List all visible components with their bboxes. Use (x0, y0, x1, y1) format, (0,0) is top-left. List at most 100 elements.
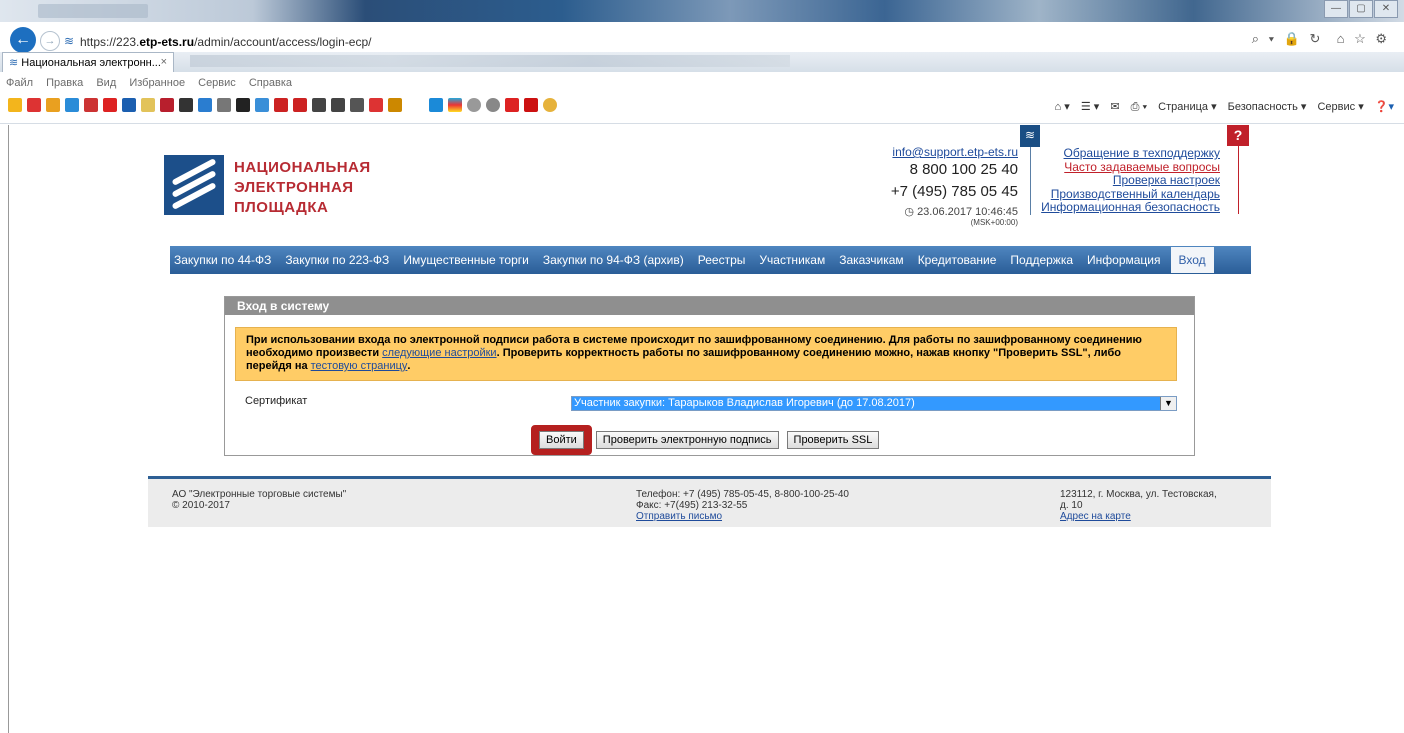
bookmark-icon[interactable] (388, 98, 402, 112)
bookmark-icon[interactable] (293, 98, 307, 112)
nav-item-support[interactable]: Поддержка (1010, 253, 1073, 267)
footer-phone: Телефон: +7 (495) 785-05-45, 8-800-100-2… (636, 489, 849, 500)
bookmark-icon[interactable] (198, 98, 212, 112)
tab-close-icon[interactable]: × (161, 56, 167, 68)
nav-item-credit[interactable]: Кредитование (918, 253, 997, 267)
command-bar: ⌂ ▾ ☰ ▾ ✉ ⎙ ▾ Страница ▾ Безопасность ▾ … (1047, 100, 1394, 114)
support-email-link[interactable]: info@support.etp-ets.ru (892, 145, 1018, 159)
bookmark-icon[interactable] (486, 98, 500, 112)
bookmark-icon[interactable] (236, 98, 250, 112)
feeds-icon[interactable]: ☰ ▾ (1081, 101, 1099, 113)
favorites-star-icon[interactable] (8, 98, 22, 112)
forward-button[interactable]: → (40, 31, 60, 51)
menu-tools[interactable]: Сервис (198, 77, 236, 89)
copyright: © 2010-2017 (172, 500, 230, 511)
nav-item-info[interactable]: Информация (1087, 253, 1160, 267)
ssl-notice: При использовании входа по электронной п… (235, 327, 1177, 381)
help-flag-icon[interactable]: ? (1227, 125, 1249, 146)
address-controls[interactable]: ⌕ ▾ 🔒 ↻ ⌂ ☆ ⚙ (1252, 31, 1390, 47)
nav-item-property[interactable]: Имущественные торги (403, 253, 529, 267)
close-window-button[interactable]: ✕ (1374, 0, 1398, 18)
nav-item-registries[interactable]: Реестры (698, 253, 746, 267)
background-tab-preview[interactable] (38, 4, 148, 18)
home-icon[interactable]: ⌂ ▾ (1055, 101, 1070, 113)
tab-active[interactable]: ≋ Национальная электронн... × (2, 52, 174, 72)
menu-favorites[interactable]: Избранное (129, 77, 185, 89)
link-calendar[interactable]: Производственный календарь (1030, 187, 1220, 202)
address-line: д. 10 (1060, 500, 1083, 511)
clock-icon: ◷ (904, 206, 914, 218)
mail-icon[interactable]: ✉ (1110, 101, 1119, 113)
search-lock-refresh-icons[interactable]: ⌕ ▾ 🔒 ↻ (1252, 31, 1324, 46)
nav-item-223fz[interactable]: Закупки по 223-ФЗ (285, 253, 389, 267)
menu-help[interactable]: Справка (249, 77, 292, 89)
chevron-down-icon[interactable]: ▼ (1160, 397, 1176, 410)
yandex-icon[interactable] (27, 98, 41, 112)
maximize-button[interactable]: ▢ (1349, 0, 1373, 18)
brand-name[interactable]: НАЦИОНАЛЬНАЯ ЭЛЕКТРОННАЯ ПЛОЩАДКА (234, 158, 371, 218)
url-prefix: https://223. (80, 35, 140, 49)
bookmark-icon[interactable] (429, 98, 443, 112)
link-support-request[interactable]: Обращение в техподдержку (1030, 146, 1220, 161)
send-letter-link[interactable]: Отправить письмо (636, 511, 722, 522)
nav-item-customers[interactable]: Заказчикам (839, 253, 903, 267)
bookmark-icon[interactable] (160, 98, 174, 112)
certificate-selected-value: Участник закупки: Тарарыков Владислав Иг… (572, 397, 1160, 410)
help-icon[interactable]: ❓▾ (1375, 101, 1394, 113)
other-tabs[interactable] (190, 55, 790, 67)
url-path: /admin/account/access/login-ecp/ (194, 35, 372, 49)
minimize-button[interactable]: — (1324, 0, 1348, 18)
test-page-link[interactable]: тестовую страницу (311, 360, 408, 372)
bookmark-icon[interactable] (274, 98, 288, 112)
bookmark-icon[interactable] (350, 98, 364, 112)
bookmark-icon[interactable] (217, 98, 231, 112)
print-icon[interactable]: ⎙ ▾ (1131, 101, 1147, 113)
map-link[interactable]: Адрес на карте (1060, 511, 1131, 522)
bookmark-icon[interactable] (369, 98, 383, 112)
bookmark-icon[interactable] (467, 98, 481, 112)
nav-item-94fz[interactable]: Закупки по 94-ФЗ (архив) (543, 253, 684, 267)
bookmark-icon[interactable] (543, 98, 557, 112)
nav-item-participants[interactable]: Участникам (759, 253, 825, 267)
bookmark-icon[interactable] (448, 98, 462, 112)
menu-edit[interactable]: Правка (46, 77, 83, 89)
bookmark-icon[interactable] (103, 98, 117, 112)
bookmark-icon[interactable] (505, 98, 519, 112)
home-star-gear-icons[interactable]: ⌂ ☆ ⚙ (1337, 31, 1390, 46)
bookmark-icon[interactable] (331, 98, 345, 112)
security-menu[interactable]: Безопасность ▾ (1228, 101, 1307, 113)
tab-title: Национальная электронн... (21, 57, 161, 69)
check-ssl-button[interactable]: Проверить SSL (786, 431, 880, 449)
bookmark-icon[interactable] (524, 98, 538, 112)
bookmark-icon[interactable] (312, 98, 326, 112)
site-logo[interactable] (164, 155, 224, 215)
url-field[interactable]: https://223.etp-ets.ru/admin/account/acc… (80, 35, 372, 49)
settings-link[interactable]: следующие настройки (382, 347, 496, 359)
link-faq[interactable]: Часто задаваемые вопросы (1030, 160, 1220, 175)
phone-1: 8 800 100 25 40 (909, 161, 1018, 178)
brand-line: ПЛОЩАДКА (234, 199, 329, 216)
bookmark-icon[interactable] (84, 98, 98, 112)
menu-file[interactable]: Файл (6, 77, 33, 89)
bookmark-icon[interactable] (46, 98, 60, 112)
logo-flag-icon: ≋ (1020, 125, 1040, 147)
bookmark-icon[interactable] (65, 98, 79, 112)
certificate-select[interactable]: Участник закупки: Тарарыков Владислав Иг… (571, 396, 1177, 411)
divider (1238, 146, 1239, 214)
menu-view[interactable]: Вид (96, 77, 116, 89)
bookmark-icon[interactable] (122, 98, 136, 112)
nav-item-login[interactable]: Вход (1170, 247, 1214, 273)
nav-item-44fz[interactable]: Закупки по 44-ФЗ (174, 253, 271, 267)
login-button[interactable]: Войти (539, 431, 584, 449)
back-button[interactable]: ← (10, 27, 36, 53)
link-settings-check[interactable]: Проверка настроек (1030, 173, 1220, 188)
link-info-security[interactable]: Информационная безопасность (1030, 200, 1220, 215)
bookmark-icon[interactable] (141, 98, 155, 112)
check-signature-button[interactable]: Проверить электронную подпись (595, 431, 779, 449)
page-menu[interactable]: Страница ▾ (1158, 101, 1216, 113)
bookmark-icon[interactable] (255, 98, 269, 112)
bookmark-icon[interactable] (179, 98, 193, 112)
notice-text: . (407, 360, 411, 372)
brand-line: НАЦИОНАЛЬНАЯ (234, 159, 371, 176)
service-menu[interactable]: Сервис ▾ (1317, 101, 1363, 113)
